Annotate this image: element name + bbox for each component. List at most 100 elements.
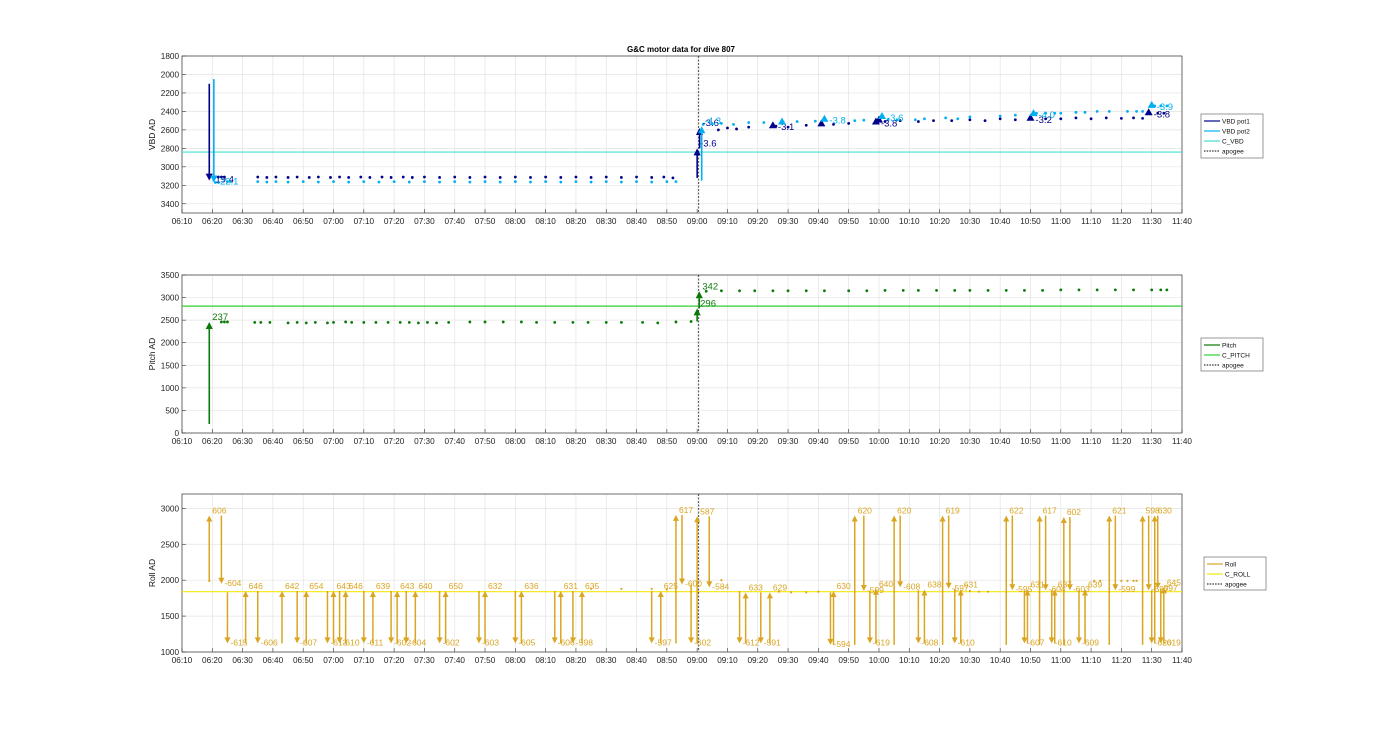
pitch-x-tick-label: 10:50: [1020, 437, 1041, 446]
vbd-data-point: [813, 119, 817, 123]
pitch-data-point: [604, 321, 608, 324]
vbd-minor-move-label: -4.0: [1039, 110, 1055, 121]
vbd-data-point: [368, 176, 372, 179]
roll-move-label: 650: [449, 581, 463, 591]
vbd-data-point: [650, 176, 654, 179]
roll-data-point: [1120, 579, 1123, 583]
pitch-data-point: [753, 289, 757, 293]
vbd-data-point: [1059, 111, 1063, 115]
vbd-x-tick-label: 07:30: [414, 217, 435, 226]
roll-move-label: 633: [749, 582, 763, 592]
pitch-data-point: [253, 321, 257, 324]
pitch-data-point: [935, 288, 938, 292]
pitch-x-tick-label: 08:10: [535, 437, 556, 446]
vbd-x-tick-label: 06:30: [232, 217, 253, 226]
roll-legend-label: Roll: [1225, 562, 1237, 569]
roll-move-label: 631: [564, 581, 578, 591]
pitch-x-tick-label: 10:10: [899, 437, 920, 446]
vbd-data-point: [347, 176, 351, 179]
vbd-data-point: [438, 180, 441, 184]
pitch-data-point: [326, 321, 329, 325]
pitch-x-tick-label: 09:30: [778, 437, 799, 446]
pitch-data-point: [553, 321, 557, 324]
pitch-x-tick-label: 07:40: [444, 437, 465, 446]
roll-move-label: -606: [261, 637, 278, 647]
pitch-data-point: [1077, 288, 1081, 292]
vbd-data-point: [423, 180, 426, 184]
roll-move-label: 646: [249, 581, 263, 591]
roll-data-point: [817, 590, 820, 593]
vbd-x-tick-label: 09:50: [838, 217, 859, 226]
pitch-data-point: [332, 321, 335, 324]
pitch-data-point: [619, 321, 623, 324]
roll-move-label: 642: [285, 581, 299, 591]
vbd-axes: 06:10 06:20 06:30 06:40 06:50 07:00 07:10 07:20…: [147, 52, 1192, 226]
vbd-data-point: [410, 176, 414, 179]
vbd-data-point: [332, 180, 335, 184]
roll-move-label: 617: [679, 505, 693, 515]
roll-x-tick-label: 06:20: [202, 656, 223, 665]
pitch-x-tick-label: 06:10: [172, 437, 193, 446]
vbd-data-point: [453, 175, 457, 179]
roll-move-label: 640: [879, 579, 893, 589]
figure-title: G&C motor data for dive 807: [627, 45, 736, 54]
pitch-y-tick-label: 1500: [161, 361, 180, 370]
vbd-data-point: [1013, 118, 1017, 122]
vbd-data-point: [544, 180, 548, 184]
vbd-data-point: [274, 175, 278, 179]
vbd-data-point: [1132, 116, 1135, 120]
vbd-x-tick-label: 09:00: [687, 217, 708, 226]
pitch-x-tick-label: 07:30: [414, 437, 435, 446]
vbd-move-label: -3.6: [700, 138, 716, 149]
vbd-data-point: [438, 176, 441, 179]
pitch-plot-area: [182, 275, 1182, 433]
roll-x-tick-label: 10:50: [1020, 656, 1041, 665]
pitch-y-axis-label: Pitch AD: [147, 338, 157, 371]
vbd-x-tick-label: 08:40: [626, 217, 647, 226]
roll-x-tick-label: 07:30: [414, 656, 435, 665]
vbd-data-point: [795, 120, 799, 123]
pitch-data-point: [674, 320, 678, 324]
vbd-data-point: [1104, 116, 1108, 120]
vbd-data-point: [604, 175, 608, 179]
vbd-x-tick-label: 09:20: [748, 217, 769, 226]
vbd-data-point: [295, 175, 299, 179]
vbd-data-point: [650, 180, 654, 184]
roll-x-tick-label: 09:10: [717, 656, 738, 665]
pitch-x-tick-label: 11:40: [1172, 437, 1192, 446]
vbd-data-point: [574, 180, 578, 184]
roll-x-tick-label: 06:50: [293, 656, 314, 665]
roll-x-tick-label: 08:40: [626, 656, 647, 665]
roll-move-label: 631: [964, 580, 978, 590]
vbd-data-point: [950, 119, 954, 123]
vbd-x-tick-label: 07:20: [384, 217, 405, 226]
roll-move-label: 622: [1009, 506, 1023, 516]
pitch-x-tick-label: 11:00: [1051, 437, 1071, 446]
vbd-x-tick-label: 10:00: [869, 217, 890, 226]
vbd-data-point: [1107, 110, 1111, 113]
pitch-data-point: [916, 288, 920, 292]
pitch-x-tick-label: 10:30: [960, 437, 981, 446]
vbd-data-point: [847, 122, 851, 125]
pitch-move-label: 296: [700, 298, 716, 309]
pitch-data-point: [344, 320, 348, 324]
roll-move-label: -608: [903, 581, 920, 591]
roll-move-label: -607: [300, 637, 317, 647]
pitch-x-tick-label: 08:00: [505, 437, 526, 446]
pitch-data-point: [953, 288, 957, 292]
vbd-data-point: [265, 176, 269, 179]
pitch-data-point: [738, 289, 741, 293]
pitch-data-point: [571, 321, 575, 324]
pitch-data-point: [416, 321, 420, 325]
roll-data-point: [968, 589, 971, 593]
pitch-axes: 06:10 06:20 06:30 06:40 06:50 07:00 07:10 07:20…: [147, 271, 1192, 446]
vbd-data-point: [956, 117, 960, 121]
roll-x-tick-label: 06:30: [232, 656, 253, 665]
roll-x-tick-label: 11:20: [1111, 656, 1131, 665]
roll-move-label: 645: [1167, 577, 1181, 587]
vbd-x-tick-label: 08:20: [566, 217, 587, 226]
vbd-data-point: [559, 180, 563, 184]
vbd-data-point: [265, 180, 269, 184]
roll-move-label: -599: [1118, 584, 1135, 594]
pitch-y-tick-label: 1000: [161, 384, 180, 393]
